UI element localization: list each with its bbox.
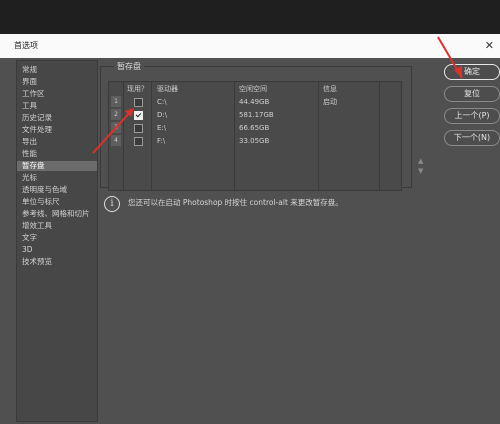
free-space-cell: 581.17GB (239, 111, 274, 119)
info-cell: 启动 (323, 98, 337, 106)
info-text: 您还可以在启动 Photoshop 时按住 control-alt 来更改暂存盘… (128, 198, 343, 207)
preferences-dialog: 首选项 ✕ 常规 界面 工作区 工具 历史记录 文件处理 导出 性能 暂存盘 光… (0, 34, 500, 424)
top-background (0, 0, 500, 34)
table-row[interactable]: 2 D:\ 581.17GB (109, 109, 401, 121)
ok-button[interactable]: 确定 (444, 64, 500, 80)
next-button[interactable]: 下一个(N) (444, 130, 500, 146)
column-header-drive: 驱动器 (157, 85, 178, 93)
sidebar-item-guides[interactable]: 参考线、网格和切片 (17, 209, 97, 219)
sidebar-item-cursors[interactable]: 光标 (17, 173, 97, 183)
dialog-titlebar: 首选项 ✕ (0, 34, 500, 58)
active-checkbox[interactable] (134, 124, 143, 133)
preferences-sidebar: 常规 界面 工作区 工具 历史记录 文件处理 导出 性能 暂存盘 光标 透明度与… (16, 60, 98, 422)
close-icon[interactable]: ✕ (485, 34, 494, 58)
sidebar-item-scratch-disks[interactable]: 暂存盘 (17, 161, 97, 171)
free-space-cell: 33.05GB (239, 137, 270, 145)
sidebar-item-interface[interactable]: 界面 (17, 77, 97, 87)
move-down-icon[interactable]: ▼ (418, 166, 423, 176)
row-number: 3 (111, 122, 121, 133)
scratch-disks-table: 现用？ 驱动器 空闲空间 信息 1 C:\ 44.49GB 启动 2 D:\ 5… (108, 81, 402, 191)
row-number: 2 (111, 109, 121, 120)
sidebar-item-type[interactable]: 文字 (17, 233, 97, 243)
active-checkbox[interactable] (134, 98, 143, 107)
sidebar-item-3d[interactable]: 3D (17, 245, 97, 255)
row-number: 4 (111, 135, 121, 146)
sidebar-item-tools[interactable]: 工具 (17, 101, 97, 111)
sidebar-item-file-handling[interactable]: 文件处理 (17, 125, 97, 135)
column-header-active: 现用？ (127, 85, 148, 93)
column-header-info: 信息 (323, 85, 337, 93)
free-space-cell: 44.49GB (239, 98, 270, 106)
table-row[interactable]: 3 E:\ 66.65GB (109, 122, 401, 134)
reorder-controls: ▲ ▼ (418, 156, 423, 176)
column-header-free: 空闲空间 (239, 85, 267, 93)
drive-cell: D:\ (157, 111, 168, 119)
free-space-cell: 66.65GB (239, 124, 270, 132)
info-icon: i (104, 196, 120, 212)
table-row[interactable]: 4 F:\ 33.05GB (109, 135, 401, 147)
sidebar-item-plugins[interactable]: 增效工具 (17, 221, 97, 231)
reset-button[interactable]: 复位 (444, 86, 500, 102)
sidebar-item-transparency[interactable]: 透明度与色域 (17, 185, 97, 195)
move-up-icon[interactable]: ▲ (418, 156, 423, 166)
sidebar-item-units[interactable]: 单位与标尺 (17, 197, 97, 207)
drive-cell: E:\ (157, 124, 167, 132)
dialog-title: 首选项 (14, 41, 38, 50)
sidebar-item-general[interactable]: 常规 (17, 65, 97, 75)
active-checkbox[interactable] (134, 137, 143, 146)
sidebar-item-performance[interactable]: 性能 (17, 149, 97, 159)
row-number: 1 (111, 96, 121, 107)
scratch-disks-title: 暂存盘 (114, 61, 144, 72)
sidebar-item-history[interactable]: 历史记录 (17, 113, 97, 123)
drive-cell: F:\ (157, 137, 166, 145)
sidebar-item-workspace[interactable]: 工作区 (17, 89, 97, 99)
table-row[interactable]: 1 C:\ 44.49GB 启动 (109, 96, 401, 108)
previous-button[interactable]: 上一个(P) (444, 108, 500, 124)
sidebar-item-export[interactable]: 导出 (17, 137, 97, 147)
active-checkbox[interactable] (134, 111, 143, 120)
sidebar-item-tech-preview[interactable]: 技术预览 (17, 257, 97, 267)
drive-cell: C:\ (157, 98, 167, 106)
